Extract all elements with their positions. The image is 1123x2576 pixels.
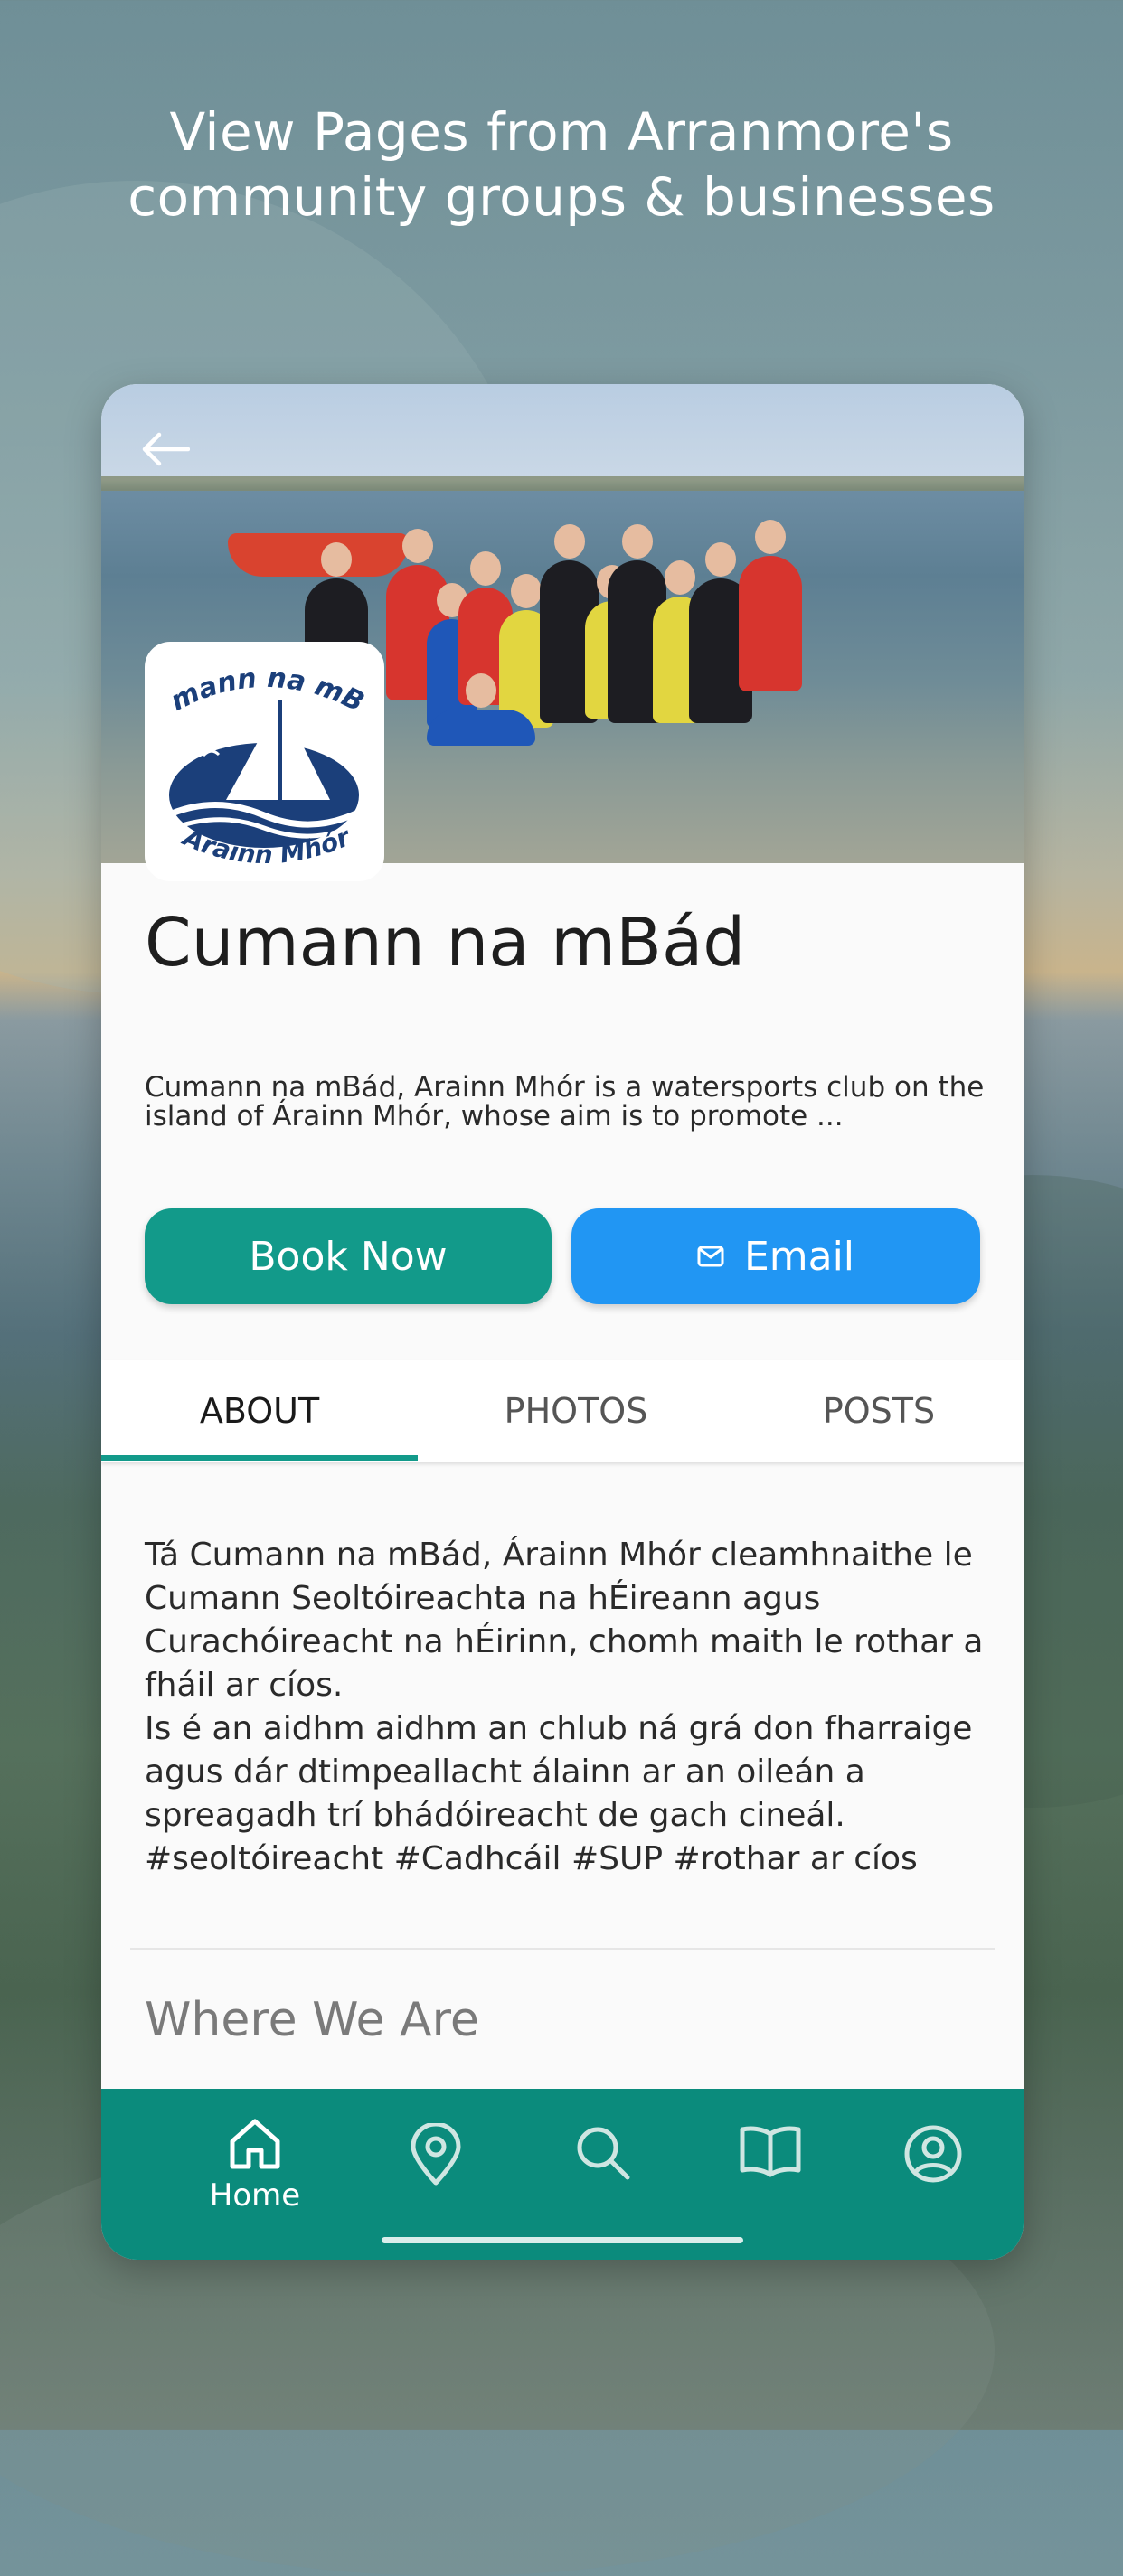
nav-item-profile[interactable] [861,2123,1005,2185]
map-pin-icon [411,2123,461,2186]
home-indicator [382,2237,743,2243]
promo-headline: View Pages from Arranmore's community gr… [0,99,1123,230]
arrow-left-icon [142,432,190,466]
back-button[interactable] [136,420,193,478]
promo-headline-line1: View Pages from Arranmore's [169,101,954,163]
user-circle-icon [904,2125,962,2183]
divider [130,1948,995,1950]
search-icon [577,2127,630,2180]
page-description: Cumann na mBád, Arainn Mhór is a watersp… [145,1071,985,1133]
page-title: Cumann na mBád [145,904,746,982]
home-icon [230,2119,280,2169]
book-open-icon [740,2126,801,2177]
tab-bar: ABOUT PHOTOS POSTS [101,1360,1024,1462]
tab-posts[interactable]: POSTS [734,1360,1024,1462]
bottom-nav: Home [101,2089,1024,2260]
book-now-button[interactable]: Book Now [145,1208,552,1304]
tab-photos-label: PHOTOS [504,1391,648,1431]
tab-about[interactable]: ABOUT [101,1360,418,1462]
club-logo: Cumann na mBád Arainn Mhór [145,642,384,881]
about-text: Tá Cumann na mBád, Árainn Mhór cleamhnai… [145,1537,984,1877]
active-tab-indicator [101,1455,418,1461]
nav-item-home-label: Home [209,2177,301,2214]
nav-item-home[interactable]: Home [183,2114,327,2214]
nav-item-map[interactable] [363,2123,508,2186]
nav-item-guide[interactable] [698,2123,843,2177]
phone-screen: Cumann na mBád Arainn Mhór Cumann na mBá… [101,384,1024,2260]
tab-about-label: ABOUT [199,1391,320,1431]
tab-photos[interactable]: PHOTOS [418,1360,734,1462]
email-button[interactable]: Email [571,1208,980,1304]
boat [228,533,409,577]
book-now-label: Book Now [249,1233,448,1280]
where-we-are-heading: Where We Are [145,1993,479,2047]
promo-headline-line2: community groups & businesses [127,166,996,228]
sailboat-logo-icon: Cumann na mBád Arainn Mhór [145,642,369,870]
email-label: Email [743,1233,855,1280]
nav-item-search[interactable] [531,2123,675,2183]
svg-text:Cumann na mBád: Cumann na mBád [145,642,369,719]
mail-icon [697,1246,724,1267]
tab-posts-label: POSTS [822,1391,936,1431]
